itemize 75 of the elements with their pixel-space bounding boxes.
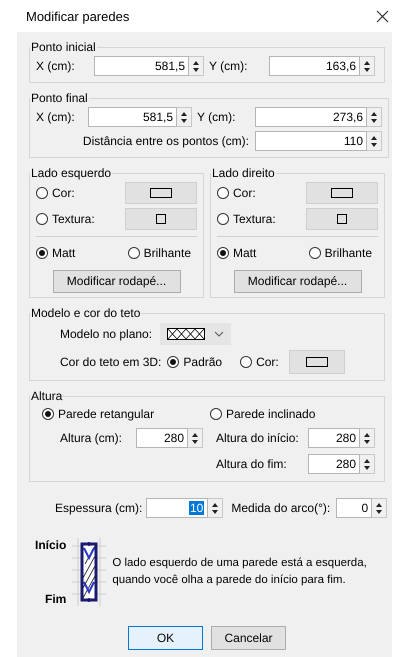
end-label: Fim (45, 592, 66, 606)
radio-button[interactable]: Brilhante (128, 246, 191, 260)
group-title: Lado direito (211, 166, 276, 180)
spinner-control[interactable] (360, 56, 375, 76)
wall-diagram-drawing (72, 538, 106, 606)
number-field[interactable]: 110 (255, 131, 367, 151)
radio-button[interactable]: Brilhante (308, 246, 372, 260)
radio-button[interactable]: Cor: (36, 186, 75, 200)
field-label: X (cm): (36, 110, 76, 124)
spinner-control[interactable] (189, 56, 204, 76)
spinner-control[interactable] (360, 454, 375, 474)
texture-button[interactable] (306, 208, 378, 230)
spinner-control[interactable] (360, 428, 375, 448)
field-label: X (cm): (36, 59, 76, 73)
field-label: Modelo no plano: (60, 327, 154, 341)
field-label: Altura (cm): (60, 431, 124, 445)
radio-button[interactable]: Matt (217, 246, 256, 260)
field-label: Espessura (cm): (55, 501, 142, 515)
swatch-icon (306, 357, 328, 367)
group-title: Lado esquerdo (30, 166, 112, 180)
close-icon[interactable] (376, 10, 389, 22)
group-title: Modelo e cor do teto (30, 306, 142, 320)
color-button[interactable] (306, 182, 378, 204)
color-button[interactable] (288, 350, 345, 374)
group-title: Ponto inicial (30, 40, 97, 54)
number-field[interactable]: 280 (136, 428, 188, 448)
field-label: Altura do início: (216, 431, 300, 445)
group-title: Altura (30, 389, 64, 403)
radio-button[interactable]: Cor: (240, 355, 279, 369)
radio-label: Parede retangular (58, 407, 154, 421)
radio-button[interactable]: Matt (36, 246, 76, 260)
number-field[interactable]: 163,6 (269, 56, 360, 76)
cancel-button[interactable]: Cancelar (211, 626, 286, 650)
number-field[interactable]: 280 (308, 454, 360, 474)
spinner-control[interactable] (372, 498, 388, 518)
radio-button[interactable]: Padrão (167, 355, 222, 369)
field-label: Medida do arco(°): (231, 501, 330, 515)
spinner-control[interactable] (208, 498, 224, 518)
radio-button[interactable]: Parede retangular (42, 403, 154, 425)
number-field[interactable]: 10 (146, 498, 208, 518)
square-icon (337, 214, 347, 224)
radio-label: Parede inclinado (226, 407, 316, 421)
spinner-control[interactable] (188, 428, 203, 448)
pattern-icon (167, 328, 205, 340)
texture-button[interactable] (125, 208, 197, 230)
spinner-control[interactable] (367, 131, 382, 151)
field-label: Y (cm): (209, 59, 248, 73)
swatch-icon (150, 188, 172, 198)
number-field[interactable]: 273,6 (255, 107, 367, 127)
color-button[interactable] (125, 182, 197, 204)
spinner-control[interactable] (177, 107, 192, 127)
field-label: Cor do teto em 3D: (60, 355, 162, 369)
radio-button[interactable]: Textura: (36, 212, 95, 226)
radio-button[interactable]: Cor: (217, 186, 256, 200)
radio-button[interactable]: Parede inclinado (210, 403, 316, 425)
swatch-icon (331, 188, 353, 198)
field-label: Distância entre os pontos (cm): (82, 134, 249, 148)
number-field[interactable]: 581,5 (88, 107, 177, 127)
chevron-icon (214, 331, 224, 337)
spinner-control[interactable] (367, 107, 382, 127)
number-field[interactable]: 581,5 (94, 56, 189, 76)
square-icon (156, 214, 166, 224)
field-label: Altura do fim: (216, 457, 288, 471)
pattern-dropdown[interactable] (160, 323, 231, 345)
start-label: Início (35, 538, 66, 552)
legend-text: O lado esquerdo de uma parede está a esquerda, quando você olha a parede do início para fim. (112, 556, 368, 588)
number-field[interactable]: 280 (308, 428, 360, 448)
radio-button[interactable]: Textura: (217, 212, 276, 226)
window-title: Modificar paredes (26, 8, 130, 24)
baseboard-button[interactable]: Modificar rodapé... (52, 270, 180, 292)
number-field[interactable]: 0 (336, 498, 372, 518)
ok-button[interactable]: OK (128, 626, 203, 650)
field-label: Y (cm): (197, 110, 236, 124)
group-title: Ponto final (30, 91, 89, 105)
baseboard-button[interactable]: Modificar rodapé... (234, 270, 362, 292)
